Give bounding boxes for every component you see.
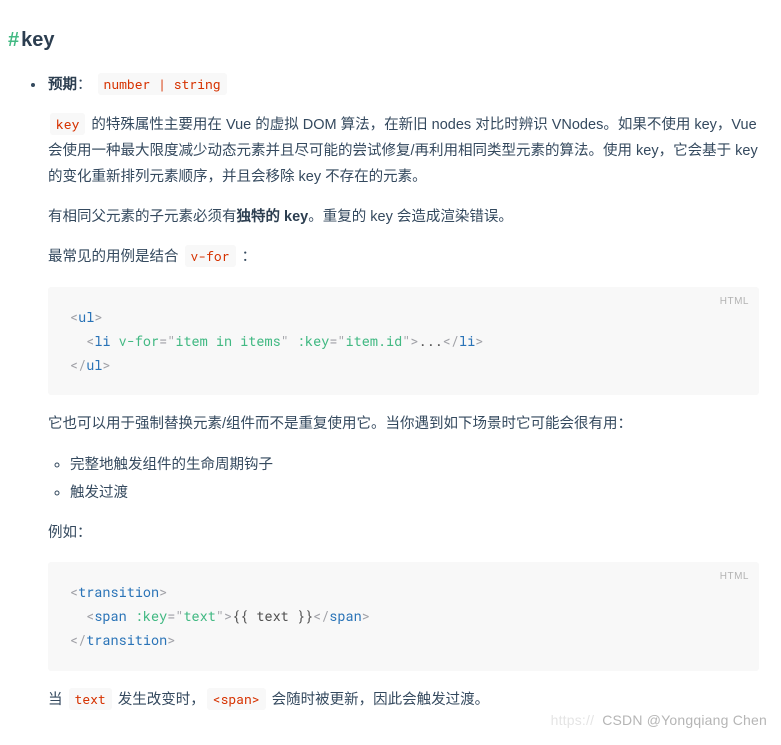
- expects-line: 预期： number | string: [48, 72, 759, 98]
- section-heading: #key: [8, 22, 759, 58]
- para2-strong: 独特的 key: [237, 209, 309, 225]
- text-code: text: [69, 688, 112, 710]
- key-list-item: 预期： number | string key 的特殊属性主要用在 Vue 的虚…: [46, 72, 759, 713]
- code-lang-label: HTML: [720, 568, 749, 586]
- colon: ：: [77, 77, 92, 93]
- attribute-list: 预期： number | string key 的特殊属性主要用在 Vue 的虚…: [8, 72, 759, 713]
- description-paragraph-2: 有相同父元素的子元素必须有独特的 key。重复的 key 会造成渲染错误。: [48, 204, 759, 230]
- heading-text: key: [21, 29, 54, 51]
- span-code: <span>: [207, 688, 266, 710]
- list-item: 完整地触发组件的生命周期钩子: [70, 452, 759, 478]
- watermark-faint: https://: [551, 712, 595, 728]
- watermark-main: CSDN @Yongqiang Chen: [602, 712, 767, 728]
- description-paragraph-4: 它也可以用于强制替换元素/组件而不是重复使用它。当你遇到如下场景时它可能会很有用…: [48, 411, 759, 437]
- use-case-list: 完整地触发组件的生命周期钩子 触发过渡: [48, 452, 759, 506]
- para1-text: 的特殊属性主要用在 Vue 的虚拟 DOM 算法，在新旧 nodes 对比时辨识…: [48, 117, 758, 185]
- code-lang-label: HTML: [720, 293, 749, 311]
- description-paragraph-6: 当 text 发生改变时，<span> 会随时被更新，因此会触发过渡。: [48, 687, 759, 713]
- description-paragraph-3: 最常见的用例是结合 v-for ：: [48, 244, 759, 270]
- para6-after: 会随时被更新，因此会触发过渡。: [268, 692, 490, 708]
- para2-before: 有相同父元素的子元素必须有: [48, 209, 237, 225]
- vfor-code: v-for: [185, 245, 236, 267]
- expects-type-code: number | string: [98, 73, 227, 95]
- list-item: 触发过渡: [70, 480, 759, 506]
- code-example-1: HTML<ul> <li v-for="item in items" :key=…: [48, 287, 759, 396]
- description-paragraph-1: key 的特殊属性主要用在 Vue 的虚拟 DOM 算法，在新旧 nodes 对…: [48, 112, 759, 190]
- expects-label: 预期: [48, 77, 77, 93]
- para3-before: 最常见的用例是结合: [48, 249, 183, 265]
- code-example-2: HTML<transition> <span :key="text">{{ te…: [48, 562, 759, 671]
- para3-after: ：: [238, 249, 257, 265]
- para6-before: 当: [48, 692, 67, 708]
- para6-mid: 发生改变时，: [114, 692, 205, 708]
- para2-after: 。重复的 key 会造成渲染错误。: [308, 209, 513, 225]
- description-paragraph-5: 例如：: [48, 520, 759, 546]
- anchor-hash-icon: #: [8, 29, 19, 51]
- key-code: key: [50, 113, 85, 135]
